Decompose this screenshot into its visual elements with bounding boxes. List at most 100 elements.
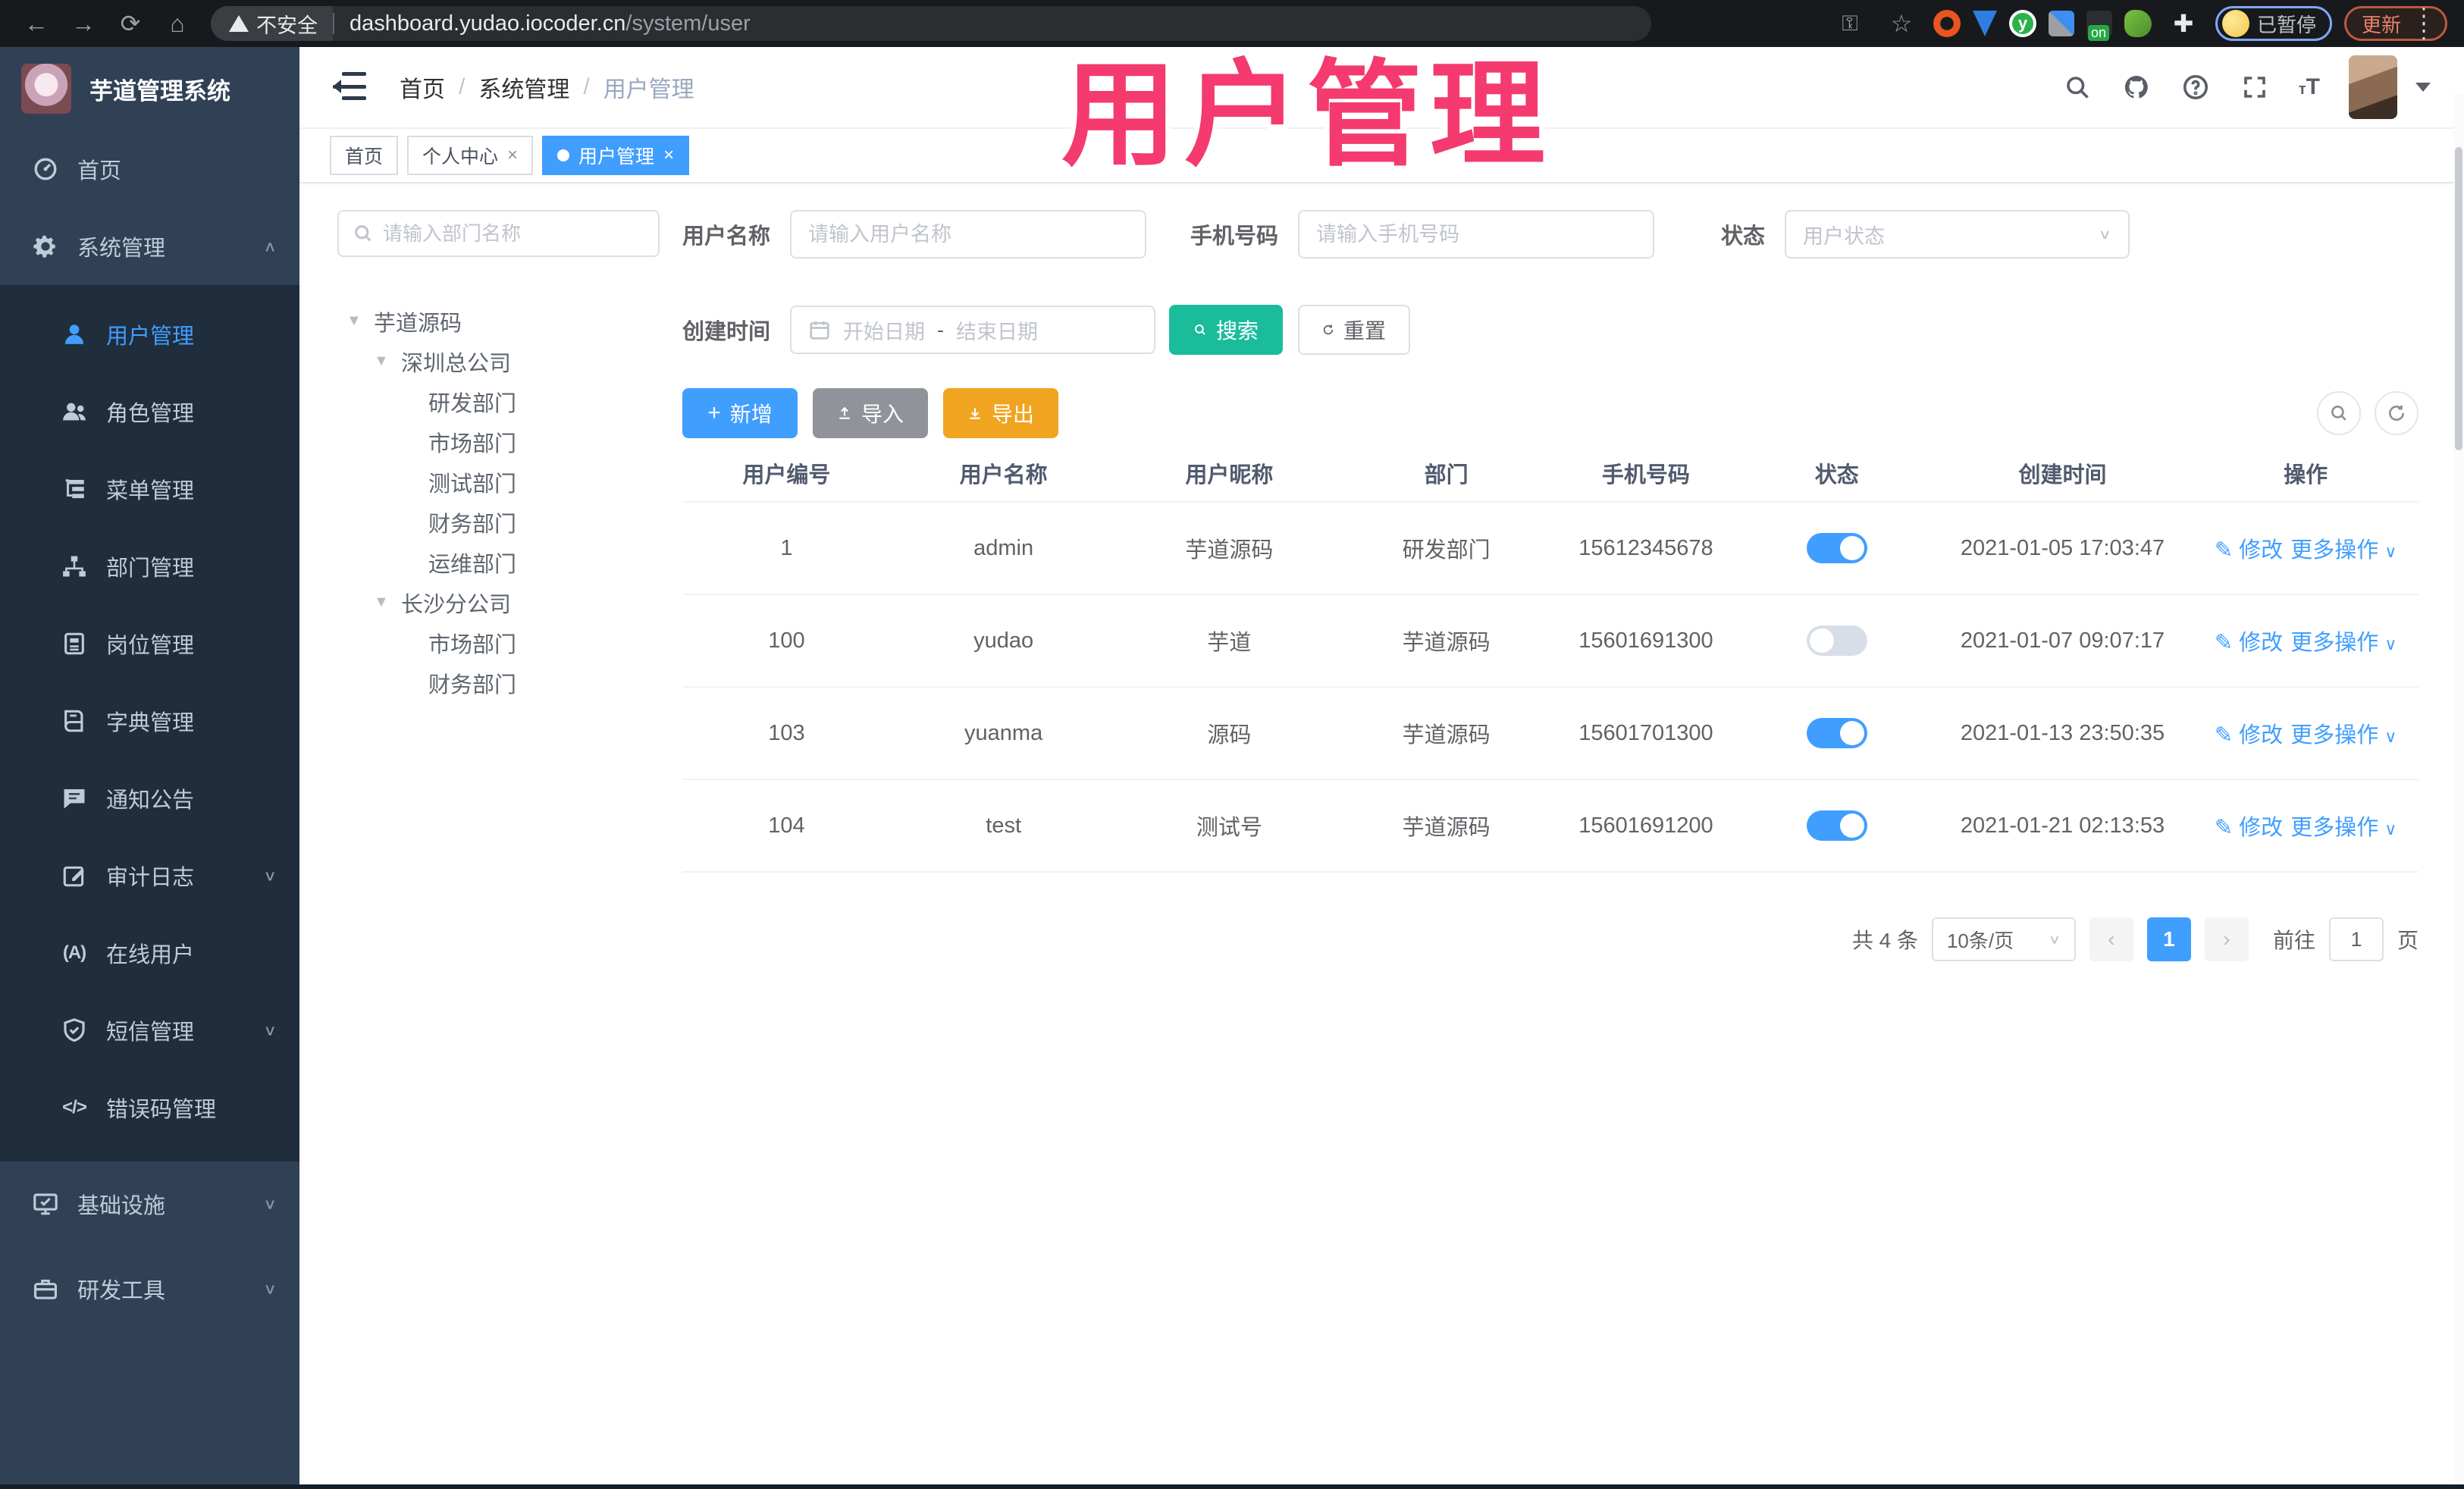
- tree-node-label: 测试部门: [428, 472, 517, 497]
- close-icon[interactable]: ×: [663, 145, 674, 166]
- extension-leaf-icon[interactable]: [2124, 10, 2152, 37]
- tree-node-dept[interactable]: 财务部门: [337, 502, 660, 542]
- tree-node-company[interactable]: ▼ 长沙分公司: [337, 582, 660, 622]
- edit-link[interactable]: ✎ 修改: [2215, 717, 2283, 749]
- sidebar-item-dept-management[interactable]: 部门管理: [0, 528, 299, 605]
- sidebar-item-user-management[interactable]: 用户管理: [0, 296, 299, 373]
- more-actions-link[interactable]: 更多操作 ∨: [2290, 625, 2397, 657]
- tree-node-dept[interactable]: 市场部门: [337, 622, 660, 663]
- username-field[interactable]: [790, 210, 1147, 259]
- extension-y-icon[interactable]: y: [2008, 10, 2036, 37]
- status-toggle[interactable]: [1806, 625, 1867, 656]
- search-icon[interactable]: [2062, 72, 2093, 102]
- tab-user-management[interactable]: 用户管理 ×: [542, 136, 690, 175]
- status-select[interactable]: 用户状态 ∨: [1785, 210, 2130, 259]
- url-text[interactable]: dashboard.yudao.iocoder.cn/system/user: [339, 11, 751, 36]
- sidebar-item-error-code[interactable]: </> 错误码管理: [0, 1069, 299, 1146]
- edit-link[interactable]: ✎ 修改: [2215, 532, 2283, 564]
- avatar-caret-icon[interactable]: [2415, 83, 2431, 92]
- goto-page-input[interactable]: [2328, 917, 2384, 961]
- caret-expanded-icon[interactable]: ▼: [346, 312, 363, 330]
- page-size-value: 10条/页: [1946, 929, 2014, 952]
- caret-expanded-icon[interactable]: ▼: [374, 594, 390, 611]
- tree-node-company[interactable]: ▼ 深圳总公司: [337, 341, 660, 381]
- status-toggle[interactable]: [1806, 810, 1867, 841]
- sidebar-item-notice[interactable]: 通知公告: [0, 760, 299, 837]
- prev-page-button[interactable]: ‹: [2089, 917, 2133, 961]
- close-icon[interactable]: ×: [507, 145, 518, 166]
- tree-node-dept[interactable]: 财务部门: [337, 663, 660, 703]
- sidebar-fold-icon[interactable]: [333, 72, 366, 102]
- sidebar-item-role-management[interactable]: 角色管理: [0, 373, 299, 450]
- tree-node-dept[interactable]: 研发部门: [337, 381, 660, 422]
- tree-node-root[interactable]: ▼ 芋道源码: [337, 301, 660, 341]
- fullscreen-icon[interactable]: [2240, 72, 2270, 102]
- tab-home[interactable]: 首页: [330, 136, 399, 175]
- profile-chip[interactable]: 已暂停: [2215, 6, 2332, 41]
- scrollbar-thumb[interactable]: [2455, 147, 2462, 450]
- chrome-update-button[interactable]: 更新 ⋮ ⋮ ⋮: [2343, 5, 2447, 42]
- breadcrumb-system[interactable]: 系统管理: [478, 71, 569, 104]
- back-icon[interactable]: ←: [17, 4, 56, 43]
- security-chip[interactable]: 不安全: [211, 6, 333, 41]
- date-range-picker[interactable]: 开始日期 - 结束日期: [790, 306, 1156, 354]
- edit-link[interactable]: ✎ 修改: [2215, 810, 2283, 842]
- extension-grid-icon[interactable]: [2048, 11, 2074, 36]
- refresh-table-button[interactable]: [2375, 391, 2419, 435]
- page-scrollbar[interactable]: [2453, 94, 2464, 1489]
- extensions-puzzle-icon[interactable]: ✚: [2164, 4, 2203, 43]
- chevron-down-icon: ∨: [263, 1022, 277, 1039]
- tab-profile[interactable]: 个人中心 ×: [407, 136, 534, 175]
- sidebar-item-system[interactable]: 系统管理 ∧: [0, 208, 299, 285]
- export-button[interactable]: 导出: [943, 388, 1058, 438]
- forward-icon[interactable]: →: [64, 4, 103, 43]
- import-button[interactable]: 导入: [813, 388, 928, 438]
- extension-on-icon[interactable]: on: [2086, 11, 2112, 41]
- add-button[interactable]: + 新增: [682, 388, 798, 438]
- more-actions-link[interactable]: 更多操作 ∨: [2290, 810, 2397, 842]
- status-toggle[interactable]: [1806, 533, 1867, 563]
- sidebar-item-dev-tools[interactable]: 研发工具 ∨: [0, 1246, 299, 1331]
- toggle-search-button[interactable]: [2317, 391, 2361, 435]
- sidebar-item-infrastructure[interactable]: 基础设施 ∨: [0, 1161, 299, 1246]
- tree-node-dept[interactable]: 运维部门: [337, 542, 660, 582]
- app-logo-row[interactable]: 芋道管理系统: [0, 47, 299, 130]
- dept-search-input[interactable]: [383, 221, 644, 246]
- search-button[interactable]: 搜索: [1169, 305, 1284, 355]
- dept-search-box[interactable]: [337, 210, 660, 257]
- font-size-icon[interactable]: тT: [2299, 74, 2320, 100]
- current-page-button[interactable]: 1: [2146, 917, 2191, 961]
- sidebar-item-dict-management[interactable]: 字典管理: [0, 682, 299, 760]
- extension-ubuntu-icon[interactable]: [1933, 10, 1961, 37]
- reload-icon[interactable]: ⟳: [111, 4, 150, 43]
- edit-link[interactable]: ✎ 修改: [2215, 625, 2283, 657]
- sidebar-item-menu-management[interactable]: 菜单管理: [0, 450, 299, 528]
- reset-button[interactable]: 重置: [1298, 305, 1411, 355]
- username-input[interactable]: [808, 222, 1129, 246]
- breadcrumb-home[interactable]: 首页: [400, 71, 445, 104]
- page-size-select[interactable]: 10条/页 ∨: [1931, 917, 2076, 961]
- status-toggle[interactable]: [1806, 718, 1867, 748]
- more-actions-link[interactable]: 更多操作 ∨: [2290, 717, 2397, 749]
- sidebar-item-sms[interactable]: 短信管理 ∨: [0, 992, 299, 1069]
- password-key-icon[interactable]: ⚿: [1830, 4, 1870, 43]
- tree-node-dept[interactable]: 测试部门: [337, 462, 660, 502]
- home-icon[interactable]: ⌂: [158, 4, 197, 43]
- browser-menu-icon[interactable]: ⋮ ⋮ ⋮: [2413, 5, 2434, 42]
- caret-expanded-icon[interactable]: ▼: [374, 353, 390, 370]
- github-icon[interactable]: [2121, 72, 2152, 102]
- mobile-input[interactable]: [1316, 222, 1637, 246]
- sidebar-item-post-management[interactable]: 岗位管理: [0, 605, 299, 682]
- tree-node-dept[interactable]: 市场部门: [337, 422, 660, 462]
- next-page-button[interactable]: ›: [2204, 917, 2249, 961]
- bookmark-star-icon[interactable]: ☆: [1882, 4, 1921, 43]
- sidebar-item-audit-log[interactable]: 审计日志 ∨: [0, 837, 299, 914]
- help-icon[interactable]: [2180, 72, 2211, 102]
- dept-tree: ▼ 芋道源码 ▼ 深圳总公司 研发部门 市场部门 测试部门 财务部门 运维部门 ▼ 长…: [337, 301, 660, 703]
- more-actions-link[interactable]: 更多操作 ∨: [2290, 532, 2397, 564]
- sidebar-item-home[interactable]: 首页: [0, 130, 299, 208]
- mobile-field[interactable]: [1298, 210, 1655, 259]
- user-avatar[interactable]: [2349, 55, 2397, 119]
- extension-drop-icon[interactable]: [1972, 11, 1997, 36]
- sidebar-item-online-users[interactable]: (A) 在线用户: [0, 914, 299, 992]
